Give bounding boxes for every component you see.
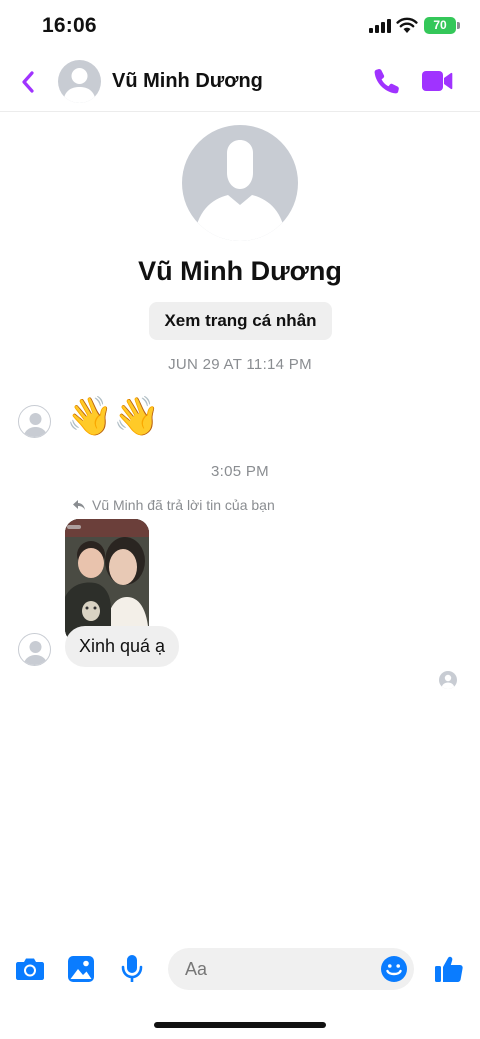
camera-button[interactable] [14, 953, 46, 985]
profile-name: Vũ Minh Dương [138, 256, 342, 286]
camera-icon [16, 958, 44, 980]
home-indicator [154, 1022, 326, 1028]
battery-icon: 70 [424, 17, 456, 34]
timestamp: 3:05 PM [211, 463, 269, 480]
selfie-photo [65, 519, 149, 643]
contact-avatar[interactable] [58, 60, 101, 103]
voice-button[interactable] [116, 953, 148, 985]
microphone-icon [121, 955, 143, 982]
reply-note-text: Vũ Minh đã trả lời tin của bạn [92, 497, 275, 513]
video-camera-icon[interactable] [421, 68, 453, 94]
timestamp: JUN 29 AT 11:14 PM [168, 356, 312, 373]
battery-tip [457, 22, 460, 29]
reply-note: Vũ Minh đã trả lời tin của bạn [72, 497, 275, 513]
seen-receipt-avatar [439, 671, 457, 689]
contact-name[interactable]: Vũ Minh Dương [112, 70, 263, 93]
person-silhouette-icon [23, 413, 48, 437]
message-bubble[interactable]: Xinh quá ạ [65, 626, 180, 667]
wifi-icon [396, 17, 418, 33]
chevron-left-icon [22, 71, 34, 93]
emoji-icon[interactable] [380, 955, 408, 983]
gallery-button[interactable] [65, 953, 97, 985]
person-silhouette-icon [441, 674, 455, 689]
person-silhouette-icon [194, 140, 286, 241]
like-button[interactable] [433, 953, 465, 985]
signal-icon [369, 19, 391, 33]
sender-avatar[interactable] [18, 405, 51, 438]
phone-icon[interactable] [372, 66, 402, 96]
message-composer [0, 940, 480, 1000]
status-time: 16:06 [42, 14, 97, 37]
person-silhouette-icon [23, 641, 48, 665]
reply-arrow-icon [73, 500, 85, 510]
message-input[interactable] [168, 948, 414, 990]
image-icon [68, 956, 94, 982]
replied-photo[interactable] [65, 519, 149, 643]
view-profile-button[interactable]: Xem trang cá nhân [149, 302, 332, 340]
profile-avatar[interactable] [182, 125, 298, 241]
chat-header: Vũ Minh Dương [0, 52, 480, 112]
status-bar: 16:06 70 [0, 0, 480, 52]
wave-emoji-message[interactable]: 👋👋 [66, 392, 161, 440]
thumbs-up-icon [435, 956, 463, 982]
person-silhouette-icon [63, 68, 96, 103]
back-button[interactable] [14, 66, 42, 98]
sender-avatar[interactable] [18, 633, 51, 666]
